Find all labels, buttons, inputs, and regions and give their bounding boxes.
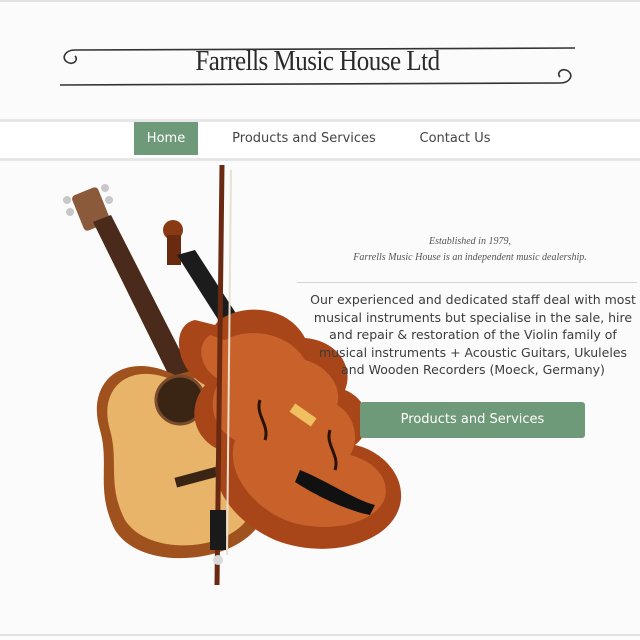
tagline-line-2: Farrells Music House is an independent m… (353, 252, 587, 263)
site-logo[interactable]: Farrells Music House Ltd (55, 40, 580, 98)
top-rule (0, 0, 640, 2)
divider (297, 282, 637, 283)
nav-item-home[interactable]: Home (134, 122, 198, 155)
bottom-rule (0, 634, 640, 636)
products-and-services-button[interactable]: Products and Services (360, 402, 585, 438)
logo-text: Farrells Music House Ltd (195, 45, 440, 77)
intro-description: Our experienced and dedicated staff deal… (310, 292, 636, 377)
page: Farrells Music House Ltd Home Products a… (0, 0, 640, 640)
tagline: Established in 1979, Farrells Music Hous… (300, 234, 640, 266)
tagline-line-1: Established in 1979, (429, 236, 511, 247)
nav-item-products-and-services[interactable]: Products and Services (228, 122, 380, 155)
main-nav: Home Products and Services Contact Us (0, 119, 640, 161)
nav-item-contact-us[interactable]: Contact Us (410, 122, 500, 155)
